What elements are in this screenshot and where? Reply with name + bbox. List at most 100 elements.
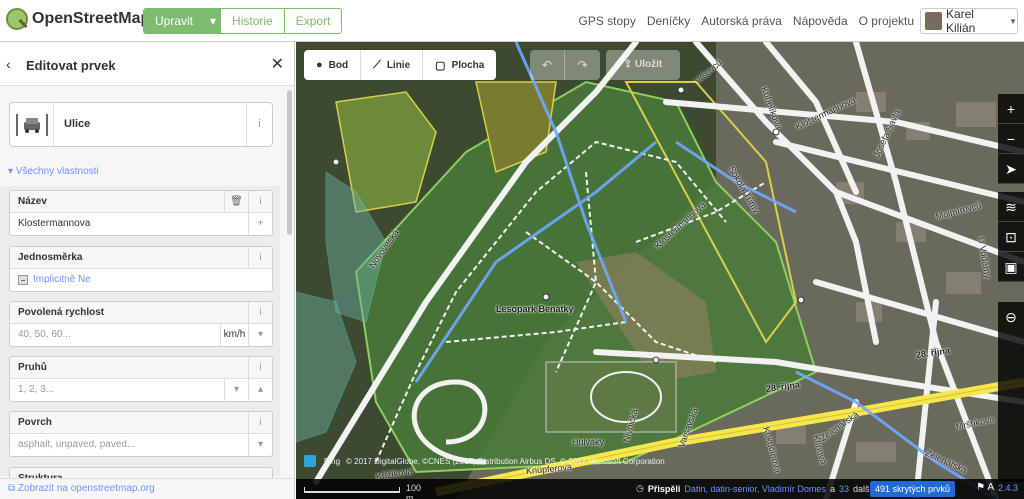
external-link-icon: ⧉ — [8, 483, 16, 494]
zoom-out-button[interactable]: − — [998, 124, 1024, 154]
info-icon[interactable]: i — [248, 191, 272, 212]
nav-link-gps-traces[interactable]: GPS stopy — [578, 14, 635, 28]
chevron-down-icon: ▼ — [1009, 16, 1017, 26]
edit-button-group: Upravit ▾ Historie Export — [143, 8, 343, 34]
version-link[interactable]: 2.4.3 — [998, 483, 1018, 493]
contributors-more-count[interactable]: 33 — [839, 484, 849, 494]
chevron-down-icon[interactable]: ▾ — [248, 324, 272, 346]
save-button[interactable]: ⇪ Uložit — [606, 50, 680, 80]
help-icon[interactable]: ⊖ — [998, 302, 1024, 332]
inspector-sidebar: ‹ Editovat prvek ✕ Ulice i ▾ Všechny vla… — [0, 42, 295, 499]
upload-icon: ⇪ — [623, 59, 633, 70]
maxspeed-field: Povolená rychlost i 40, 50, 60... km/h ▾ — [9, 301, 273, 347]
scrollbar-thumb[interactable] — [287, 90, 292, 235]
user-menu[interactable]: Karel Kilián ▼ — [920, 7, 1018, 35]
contributors-more-prefix: a — [829, 483, 835, 494]
street-preset-icon — [10, 103, 54, 146]
scale-bar[interactable]: 100 m — [304, 483, 424, 499]
name-value: Klostermannova — [18, 218, 91, 229]
hidden-features-badge[interactable]: 491 skrytých prvků — [870, 481, 956, 497]
increment-icon[interactable]: ▴ — [248, 379, 272, 401]
save-label: Uložit — [634, 59, 663, 70]
contributors-label: Přispěli — [647, 483, 681, 494]
back-icon[interactable]: ‹ — [6, 56, 11, 72]
nav-link-about[interactable]: O projektu — [859, 14, 914, 28]
close-icon[interactable]: ✕ — [271, 54, 284, 74]
edit-dropdown-button[interactable]: ▾ — [205, 8, 222, 34]
site-logo[interactable]: OpenStreetMap — [6, 8, 150, 30]
osm-logo-icon — [6, 8, 28, 30]
plus-icon[interactable]: + — [248, 213, 272, 235]
issues-button[interactable]: ▣ — [998, 252, 1024, 282]
lanes-input[interactable]: 1, 2, 3... ▾ ▴ — [10, 379, 272, 401]
maxspeed-field-label: Povolená rychlost — [18, 307, 105, 318]
map-footer: 100 m ◷ Přispěli Datin, datin-senior, Vl… — [296, 479, 1024, 499]
redo-button[interactable]: ↷ — [565, 50, 600, 80]
accessibility-icon[interactable]: ⚑ A — [976, 482, 994, 493]
export-button[interactable]: Export — [284, 8, 343, 34]
map-panes-controls: ≋ ⊡ ▣ — [998, 192, 1024, 282]
history-icon: ◷ — [636, 483, 644, 493]
name-field-label: Název — [18, 196, 47, 207]
edit-button[interactable]: Upravit — [143, 8, 206, 34]
add-point-label: Bod — [328, 59, 349, 71]
oneway-checkbox[interactable] — [18, 275, 28, 285]
preset-selector[interactable]: Ulice i — [9, 102, 273, 147]
info-icon[interactable]: i — [248, 412, 272, 433]
preset-name: Ulice — [64, 118, 91, 130]
add-line-button[interactable]: ⟋ Linie — [361, 50, 424, 80]
add-point-button[interactable]: ● Bod — [304, 50, 362, 80]
oneway-field-label: Jednosměrka — [18, 252, 83, 263]
geolocate-button[interactable]: ➤ — [998, 154, 1024, 184]
all-properties-toggle[interactable]: ▾ Všechny vlastnosti — [8, 166, 99, 177]
contributors: ◷ Přispěli Datin, datin-senior, Vladimír… — [636, 483, 872, 494]
field-label: Povrch i — [10, 412, 272, 434]
sidebar-scrollbar[interactable] — [286, 88, 293, 478]
contributors-list[interactable]: Datin, datin-senior, Vladimír Domes — [684, 484, 826, 494]
add-line-label: Linie — [386, 59, 411, 71]
info-icon[interactable]: i — [248, 357, 272, 378]
top-nav-links: GPS stopy Deníčky Autorská práva Nápověd… — [578, 14, 914, 28]
line-icon: ⟋ — [373, 58, 381, 71]
info-icon[interactable]: i — [246, 103, 272, 146]
info-icon[interactable]: i — [248, 302, 272, 323]
map-marker-icon: ● — [316, 59, 323, 71]
bus-stop-label: Hulváky — [572, 437, 605, 447]
field-label: Jednosměrka i — [10, 247, 272, 269]
nav-link-help[interactable]: Nápověda — [793, 14, 848, 28]
layers-button[interactable]: ≋ — [998, 192, 1024, 222]
maxspeed-placeholder: 40, 50, 60... — [18, 329, 71, 340]
info-icon[interactable]: i — [248, 247, 272, 268]
view-on-osm-label: Zobrazit na openstreetmap.org — [17, 483, 155, 494]
view-on-osm-link[interactable]: ⧉ Zobrazit na openstreetmap.org — [0, 478, 294, 499]
fields-container: Název 🗑 i Klostermannova + Jednosměrka i… — [0, 186, 280, 487]
inspector-header: ‹ Editovat prvek ✕ — [0, 42, 294, 86]
map-data-button[interactable]: ⊡ — [998, 222, 1024, 252]
map-canvas[interactable]: Lesopark Benátky Hulváky Novoveská Klost… — [296, 42, 1024, 499]
add-area-button[interactable]: ▢ Plocha — [423, 50, 497, 80]
speed-unit-select[interactable]: km/h — [220, 324, 248, 346]
decrement-icon[interactable]: ▾ — [224, 379, 248, 401]
name-field: Název 🗑 i Klostermannova + — [9, 190, 273, 236]
nav-link-diaries[interactable]: Deníčky — [647, 14, 690, 28]
nav-link-copyright[interactable]: Autorská práva — [701, 14, 782, 28]
field-label: Povolená rychlost i — [10, 302, 272, 324]
history-button[interactable]: Historie — [221, 8, 285, 34]
oneway-checkbox-row[interactable]: Implicitně Ne — [10, 269, 272, 291]
site-title: OpenStreetMap — [32, 10, 151, 27]
zoom-in-button[interactable]: + — [998, 94, 1024, 124]
scale-line — [304, 487, 400, 493]
bing-label: Bing — [324, 456, 341, 466]
surface-placeholder: asphalt, unpaved, paved... — [18, 439, 136, 450]
lanes-field: Pruhů i 1, 2, 3... ▾ ▴ — [9, 356, 273, 402]
zoom-controls: + − ➤ — [998, 94, 1024, 184]
scale-label: 100 m — [406, 483, 422, 499]
chevron-down-icon[interactable]: ▾ — [248, 434, 272, 456]
map-controls-bar: ⊖ — [998, 302, 1024, 482]
maxspeed-input[interactable]: 40, 50, 60... km/h ▾ — [10, 324, 272, 346]
imagery-attribution: Bing © 2017 DigitalGlobe, ©CNES (2017) D… — [304, 455, 665, 467]
undo-button[interactable]: ↶ — [530, 50, 565, 80]
name-input[interactable]: Klostermannova + — [10, 213, 272, 235]
surface-input[interactable]: asphalt, unpaved, paved... ▾ — [10, 434, 272, 456]
trash-icon[interactable]: 🗑 — [224, 191, 248, 212]
